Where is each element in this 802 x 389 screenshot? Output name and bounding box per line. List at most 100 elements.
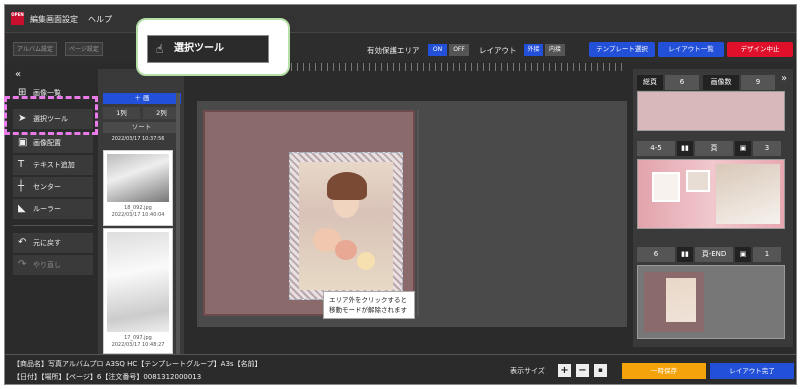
zoom-fit-button[interactable]: ▪ [594, 364, 607, 377]
menu-edit-settings[interactable]: 編集画面設定 [30, 14, 78, 25]
canvas-tooltip: エリア外をクリックすると 移動モードが解除されます [323, 291, 415, 319]
last-page-label: 頁-END [695, 247, 733, 262]
layout-label: レイアウト [479, 46, 517, 55]
order-info: 【日付】【場所】【ページ】6【注文番号】0081312000013 [13, 373, 202, 381]
page-spine [417, 110, 419, 316]
callout-select-tool: ☝ 選択ツール [147, 35, 269, 63]
sidebar-item-label: ルーラー [33, 205, 61, 213]
thumbnail-item[interactable]: 18_092.jpg 2022/03/17 10:40:04 [103, 150, 173, 226]
safe-area-on-toggle[interactable]: ON [428, 44, 447, 56]
sidebar-item-label: テキスト追加 [33, 161, 75, 169]
product-info: 【商品名】写真アルバムプロ A3SQ HC【テンプレートグループ】A3s【名前】 [13, 360, 262, 368]
select-tool-callout: ☝ 選択ツール [136, 18, 290, 76]
menu-help[interactable]: ヘルプ [88, 14, 112, 25]
total-pages-value: 6 [665, 75, 699, 90]
thumbnail-item[interactable]: 17_097.jpg 2022/03/17 10:48:27 [103, 228, 173, 354]
tooltip-line: エリア外をクリックすると [329, 296, 407, 304]
thumbnail-date: 2022/03/17 10:37:56 [111, 136, 165, 142]
canvas-area[interactable]: エリア外をクリックすると 移動モードが解除されます [197, 101, 627, 327]
hand-pointer-icon: ☝ [156, 42, 164, 56]
book-icon: ▮▮ [677, 247, 693, 262]
sidebar-item-label: 画像配置 [33, 139, 61, 147]
photo-frame[interactable] [289, 152, 403, 300]
sidebar-item-ruler[interactable]: ◣ ルーラー [13, 199, 93, 219]
template-select-button[interactable]: テンプレート選択 [589, 42, 655, 57]
expand-panel-button[interactable]: » [781, 73, 787, 84]
image-count-value: 9 [741, 75, 775, 90]
album-settings-button[interactable]: アルバム設定 [13, 42, 57, 56]
spread-photo [652, 172, 680, 202]
spread-photo [716, 164, 780, 224]
thumbnail-date: 2022/03/17 10:48:27 [111, 342, 165, 348]
layout-complete-button[interactable]: レイアウト完了 [710, 363, 794, 379]
ruler-icon: ◣ [18, 203, 26, 214]
spread-photo [686, 170, 710, 192]
page-settings-button[interactable]: ページ設定 [65, 42, 103, 56]
toolbar: アルバム設定 ページ設定 有効保護エリア ON OFF レイアウト 外接 内接 … [5, 32, 796, 62]
text-icon: T [18, 159, 25, 170]
thumbnail-filename: 18_092.jpg [124, 205, 152, 211]
thumbnail-date: 2022/03/17 10:40:04 [111, 212, 165, 218]
thumbnail-image [107, 154, 169, 202]
add-image-button[interactable]: ＋ 画 [103, 93, 181, 104]
scrollbar[interactable] [176, 93, 180, 355]
page-label: 頁 [695, 141, 733, 156]
two-column-button[interactable]: 2列 [143, 107, 180, 119]
thumbnail-image [107, 232, 169, 332]
tooltip-line: 移動モードが解除されます [329, 306, 407, 314]
app-logo: OPEN [11, 12, 24, 25]
spread-thumbnail-4-5[interactable] [637, 159, 785, 229]
hair [327, 172, 367, 200]
design-cancel-button[interactable]: デザイン中止 [727, 42, 793, 57]
zoom-label: 表示サイズ [510, 367, 545, 375]
redo-button[interactable]: ↷ やり直し [13, 255, 93, 275]
page-thumbnail-end[interactable] [637, 265, 785, 339]
sort-button[interactable]: ソート [103, 122, 180, 133]
undo-icon: ↶ [18, 237, 27, 248]
bouquet [357, 252, 375, 270]
layout-outer-toggle[interactable]: 外接 [524, 44, 543, 56]
crosshair-icon: ┼ [18, 181, 25, 192]
image-icon: ▣ [735, 141, 751, 156]
spread-image-count: 3 [753, 141, 781, 156]
divider [13, 225, 93, 226]
status-bar: 【商品名】写真アルバムプロ A3SQ HC【テンプレートグループ】A3s【名前】… [5, 354, 796, 384]
layout-inner-toggle[interactable]: 内接 [545, 44, 565, 56]
callout-label: 選択ツール [174, 43, 224, 54]
bouquet [335, 240, 357, 260]
sidebar-collapse-button[interactable]: « [15, 69, 21, 80]
last-page-image-count: 1 [753, 247, 781, 262]
image-icon: ▣ [18, 137, 28, 148]
sidebar-item-image-place[interactable]: ▣ 画像配置 [13, 133, 93, 153]
zoom-in-button[interactable]: + [558, 364, 571, 377]
last-page-number: 6 [637, 247, 675, 262]
image-count-label: 画像数 [703, 75, 739, 90]
undo-button[interactable]: ↶ 元に戻す [13, 233, 93, 253]
temp-save-button[interactable]: 一時保存 [622, 363, 706, 379]
page-list-panel: 総頁 6 画像数 9 » 4-5 ▮▮ 頁 ▣ 3 6 ▮▮ 頁-END ▣ 1 [633, 69, 793, 347]
sidebar-item-label: センター [33, 183, 61, 191]
page-thumbnail[interactable] [637, 91, 785, 131]
image-icon: ▣ [735, 247, 751, 262]
sidebar-item-add-text[interactable]: T テキスト追加 [13, 155, 93, 175]
zoom-out-button[interactable]: − [576, 364, 589, 377]
total-pages-label: 総頁 [637, 75, 663, 90]
sidebar-item-label: やり直し [33, 261, 61, 269]
select-tool-highlight [4, 96, 98, 135]
title-bar: OPEN 編集画面設定 ヘルプ [5, 5, 796, 32]
album-page[interactable] [203, 110, 415, 316]
safe-area-off-toggle[interactable]: OFF [449, 44, 469, 56]
one-column-button[interactable]: 1列 [103, 107, 140, 119]
end-page-art [644, 272, 704, 332]
layout-list-button[interactable]: レイアウト一覧 [658, 42, 724, 57]
app-window: OPEN 編集画面設定 ヘルプ アルバム設定 ページ設定 有効保護エリア ON … [4, 4, 797, 385]
sidebar-item-label: 元に戻す [33, 239, 61, 247]
redo-icon: ↷ [18, 259, 27, 270]
end-page-photo [666, 278, 696, 322]
thumbnail-filename: 17_097.jpg [124, 335, 152, 341]
bride-photo[interactable] [299, 162, 393, 290]
spread-number: 4-5 [637, 141, 675, 156]
image-list-panel: ＋ 画 1列 2列 ソート 2022/03/17 10:37:56 18_092… [98, 69, 184, 359]
book-icon: ▮▮ [677, 141, 693, 156]
sidebar-item-center[interactable]: ┼ センター [13, 177, 93, 197]
